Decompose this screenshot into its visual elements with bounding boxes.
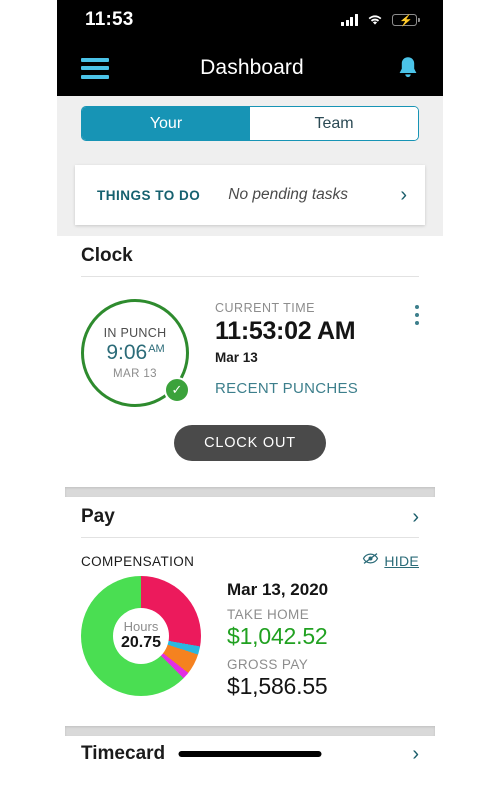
recent-punches-link[interactable]: RECENT PUNCHES (215, 380, 415, 397)
section-divider-1 (65, 487, 435, 497)
clock-out-button[interactable]: CLOCK OUT (174, 425, 326, 461)
tab-your[interactable]: Your (82, 107, 250, 140)
take-home-value: $1,042.52 (227, 623, 328, 649)
hide-compensation-button[interactable]: HIDE (362, 552, 419, 570)
timecard-section-header[interactable]: Timecard › (57, 736, 443, 772)
chevron-right-icon: › (412, 743, 419, 765)
phone-screen: 11:53 ⚡ Dashboard Your Team THINGS TO DO… (0, 0, 500, 800)
hours-value: 20.75 (120, 633, 162, 651)
donut-center: Hours 20.75 (113, 608, 169, 664)
chevron-right-icon: › (412, 506, 419, 528)
things-to-do-label: THINGS TO DO (97, 187, 201, 203)
page-title: Dashboard (200, 56, 304, 79)
scope-tabs: Your Team (81, 106, 419, 141)
clock-section-header: Clock (57, 236, 443, 276)
notification-bell-icon[interactable] (395, 54, 421, 82)
section-divider-2 (65, 726, 435, 736)
chevron-right-icon: › (400, 184, 407, 206)
compensation-header: COMPENSATION HIDE (57, 538, 443, 570)
in-punch-meridiem: AM (148, 343, 165, 356)
status-bar-icons: ⚡ (341, 14, 420, 27)
in-punch-ring[interactable]: IN PUNCH 9:06AM MAR 13 ✓ (81, 299, 190, 407)
current-date-value: Mar 13 (215, 350, 258, 365)
tab-team[interactable]: Team (250, 107, 418, 140)
in-punch-time: 9:06AM (106, 341, 165, 365)
clock-body: IN PUNCH 9:06AM MAR 13 ✓ CURRENT TIME 11… (57, 277, 443, 407)
clock-title: Clock (81, 245, 133, 266)
pay-date: Mar 13, 2020 (227, 580, 329, 599)
compensation-body: Hours 20.75 Mar 13, 2020 TAKE HOME $1,04… (57, 570, 443, 700)
status-bar-time: 11:53 (85, 9, 134, 30)
top-gray-section: Your Team THINGS TO DO No pending tasks … (57, 96, 443, 236)
things-to-do-card[interactable]: THINGS TO DO No pending tasks › (75, 165, 425, 225)
content-area: Clock IN PUNCH 9:06AM MAR 13 ✓ CURRENT T… (57, 236, 443, 800)
in-punch-date: MAR 13 (113, 367, 157, 380)
wifi-icon (367, 14, 383, 26)
current-time-block: CURRENT TIME 11:53:02 AM Mar 13 RECENT P… (189, 299, 415, 407)
current-time-label: CURRENT TIME (215, 301, 315, 315)
pay-details: Mar 13, 2020 TAKE HOME $1,042.52 GROSS P… (201, 576, 328, 700)
status-bar: 11:53 ⚡ (57, 0, 443, 40)
hours-label: Hours (123, 618, 159, 634)
hide-label: HIDE (384, 553, 419, 569)
gross-pay-label: GROSS PAY (227, 657, 309, 672)
eye-slash-icon (362, 552, 379, 570)
hours-donut-chart: Hours 20.75 (81, 576, 201, 696)
pay-section-header[interactable]: Pay › (57, 497, 443, 537)
clock-out-row: CLOCK OUT (57, 425, 443, 461)
pay-title: Pay (81, 506, 115, 527)
compensation-label: COMPENSATION (81, 553, 195, 569)
check-circle-icon: ✓ (164, 377, 190, 403)
battery-charging-icon: ⚡ (392, 14, 420, 27)
take-home-label: TAKE HOME (227, 607, 310, 622)
current-time-value: 11:53:02 AM (215, 317, 356, 345)
gross-pay-value: $1,586.55 (227, 673, 328, 699)
app-header: Dashboard (57, 40, 443, 96)
more-vertical-icon[interactable] (415, 299, 419, 407)
in-punch-label: IN PUNCH (103, 326, 167, 341)
cellular-bars-icon (341, 14, 358, 26)
hamburger-menu-icon[interactable] (81, 57, 109, 79)
things-to-do-value: No pending tasks (228, 186, 349, 203)
home-indicator (178, 751, 322, 757)
timecard-title: Timecard (81, 743, 166, 764)
